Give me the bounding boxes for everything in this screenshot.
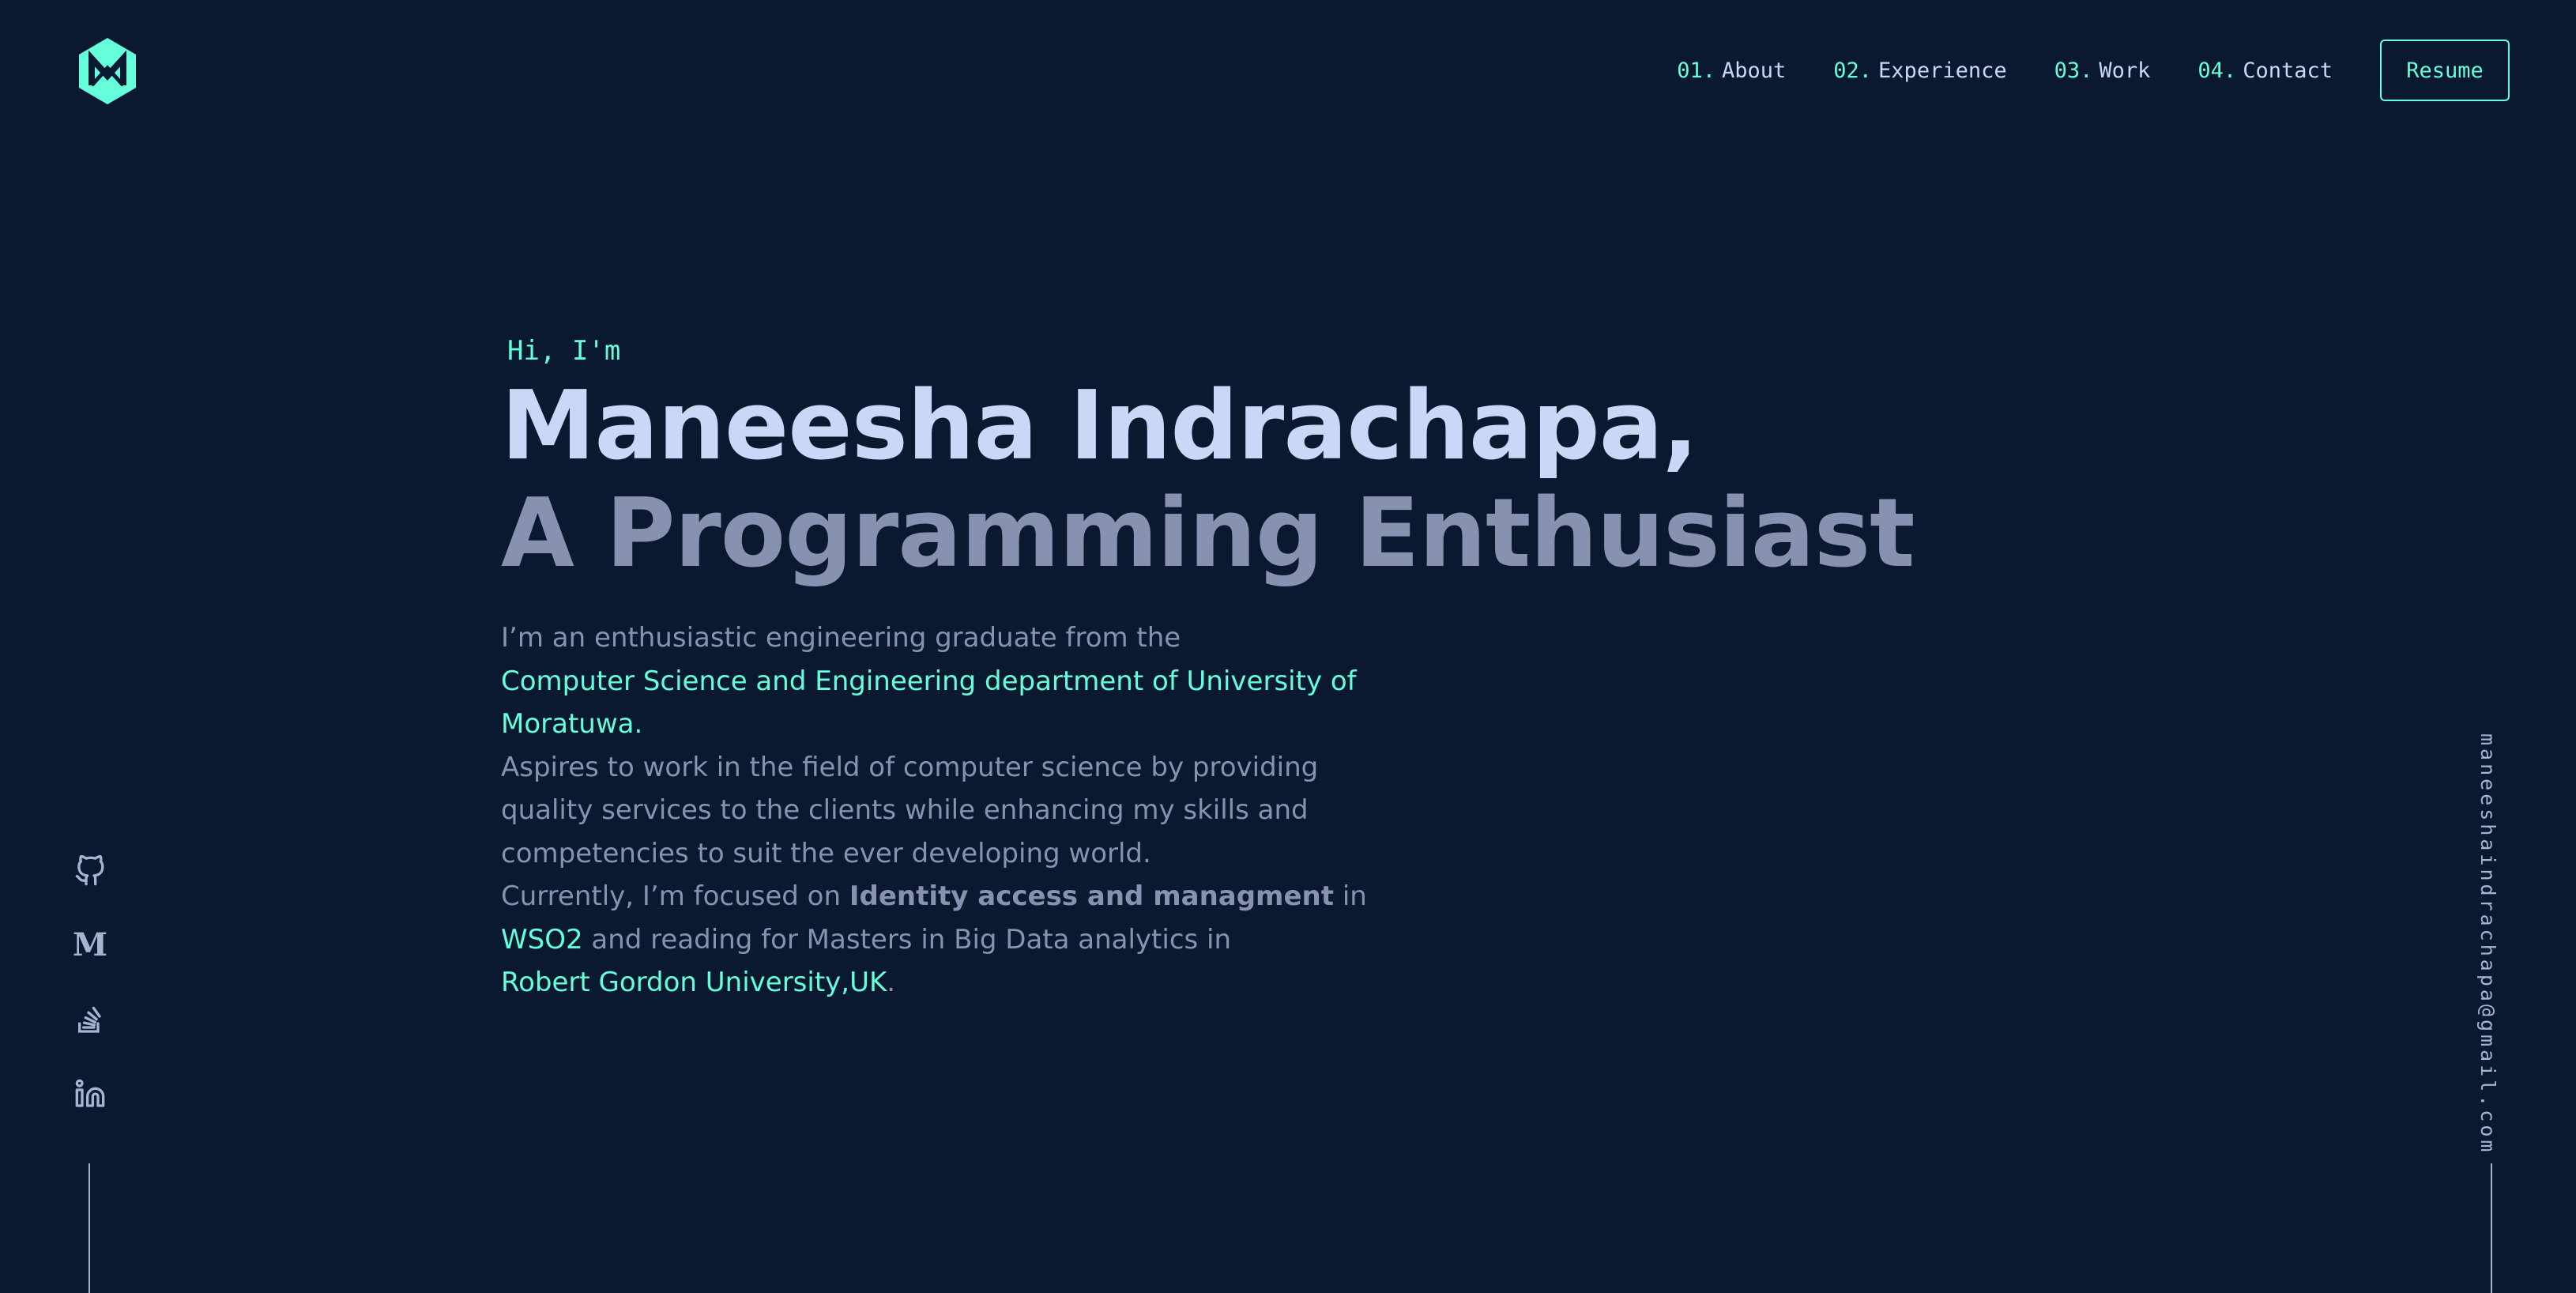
- nav-about[interactable]: 01. About: [1677, 58, 1786, 83]
- cse-department-link-cont[interactable]: Moratuwa.: [501, 703, 1370, 746]
- bio-line: Currently, I’m focused on Identity acces…: [501, 875, 1370, 918]
- bio-line: competencies to suit the ever developing…: [501, 837, 1151, 869]
- hero-bio: I’m an enthusiastic engineering graduate…: [501, 616, 1370, 1005]
- nav-about-label: About: [1721, 58, 1787, 83]
- nav-work[interactable]: 03. Work: [2054, 58, 2151, 83]
- stackoverflow-icon[interactable]: [71, 1001, 109, 1039]
- bio-text: .: [887, 967, 896, 998]
- bio-line: Robert Gordon University,UK.: [501, 961, 1370, 1005]
- bio-text: Currently, I’m focused on: [501, 880, 849, 912]
- wso2-link[interactable]: WSO2: [501, 924, 583, 956]
- email-link[interactable]: maneeshaindrachapa@gmail.com: [2476, 733, 2499, 1155]
- nav-experience-label: Experience: [1878, 58, 2007, 83]
- hero-tagline: A Programming Enthusiast: [501, 479, 1915, 589]
- nav-experience[interactable]: 02. Experience: [1833, 58, 2006, 83]
- hexagon-m-logo-icon[interactable]: [76, 36, 139, 106]
- medium-icon[interactable]: M: [71, 926, 109, 964]
- bio-text: and reading for Masters in Big Data anal…: [582, 923, 1232, 956]
- social-links: M: [71, 852, 109, 1149]
- linkedin-icon[interactable]: [71, 1075, 109, 1113]
- resume-button[interactable]: Resume: [2380, 40, 2510, 101]
- cse-department-link[interactable]: Computer Science and Engineering departm…: [501, 660, 1370, 703]
- nav-work-label: Work: [2099, 58, 2151, 83]
- left-divider-line: [89, 1163, 90, 1293]
- hero-name: Maneesha Indrachapa,: [501, 371, 1698, 481]
- right-divider-line: [2491, 1163, 2492, 1293]
- bio-text: in: [1334, 880, 1367, 912]
- nav-about-number: 01.: [1677, 58, 1715, 83]
- greeting-text: Hi, I'm: [507, 335, 621, 367]
- portfolio-page: 01. About 02. Experience 03. Work 04. Contac…: [0, 0, 2576, 1293]
- bio-line: I’m an enthusiastic engineering graduate…: [501, 622, 1181, 654]
- medium-glyph: M: [72, 926, 108, 963]
- main-nav: 01. About 02. Experience 03. Work 04. Contac…: [1677, 40, 2510, 101]
- nav-work-number: 03.: [2054, 58, 2093, 83]
- nav-contact[interactable]: 04. Contact: [2198, 58, 2333, 83]
- bio-line: WSO2 and reading for Masters in Big Data…: [501, 918, 1370, 962]
- nav-experience-number: 02.: [1833, 58, 1873, 83]
- nav-contact-number: 04.: [2198, 58, 2237, 83]
- bio-line: Aspires to work in the field of computer…: [501, 751, 1319, 783]
- rgu-link[interactable]: Robert Gordon University,UK: [501, 967, 887, 998]
- focus-area-text: Identity access and managment: [849, 880, 1335, 912]
- nav-contact-label: Contact: [2243, 58, 2333, 83]
- hero-section: Hi, I'm Maneesha Indrachapa, A Programmi…: [501, 332, 1915, 1005]
- bio-line: quality services to the clients while en…: [501, 794, 1309, 826]
- github-icon[interactable]: [71, 852, 109, 890]
